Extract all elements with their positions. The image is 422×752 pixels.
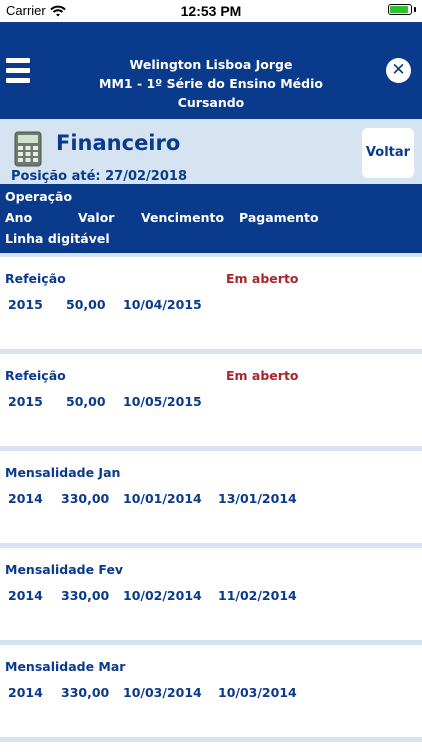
list-item[interactable]: Mensalidade Fev 2014 330,00 10/02/2014 1… xyxy=(0,548,422,640)
enrollment-status: Cursando xyxy=(177,95,245,110)
finance-bar: Financeiro Posição até: 27/02/2018 Volta… xyxy=(0,119,422,184)
class-info: MM1 - 1º Série do Ensino Médio xyxy=(99,76,323,91)
column-header: Operação Ano Valor Vencimento Pagamento … xyxy=(0,184,422,253)
entry-payment-date: 11/02/2014 xyxy=(218,588,297,603)
list-item[interactable]: Mensalidade Mar 2014 330,00 10/03/2014 1… xyxy=(0,645,422,737)
list-item[interactable] xyxy=(0,742,422,752)
entry-value: 330,00 xyxy=(61,588,110,603)
menu-button[interactable] xyxy=(6,58,30,84)
list-item[interactable]: Refeição Em aberto 2015 50,00 10/05/2015 xyxy=(0,354,422,446)
entry-due-date: 10/04/2015 xyxy=(123,297,202,312)
entry-due-date: 10/01/2014 xyxy=(123,491,202,506)
column-operation: Operação xyxy=(5,189,73,204)
entry-payment-date: 13/01/2014 xyxy=(218,491,297,506)
entry-description: Mensalidade Mar xyxy=(5,659,126,674)
status-right xyxy=(388,4,416,15)
entry-year: 2015 xyxy=(8,394,43,409)
entry-value: 330,00 xyxy=(61,491,110,506)
battery-icon xyxy=(388,4,412,15)
battery-level xyxy=(390,6,408,13)
student-name: Welington Lisboa Jorge xyxy=(129,57,293,72)
student-info: Welington Lisboa Jorge MM1 - 1º Série do… xyxy=(40,55,382,112)
entry-status: Em aberto xyxy=(226,368,299,383)
entry-year: 2014 xyxy=(8,491,43,506)
menu-bar-icon xyxy=(6,68,30,73)
entry-year: 2014 xyxy=(8,588,43,603)
app-header: Welington Lisboa Jorge MM1 - 1º Série do… xyxy=(0,22,422,119)
position-label: Posição até: xyxy=(11,169,101,184)
battery-cap xyxy=(414,7,416,12)
column-payment-date: Pagamento xyxy=(239,210,319,225)
entry-description: Refeição xyxy=(5,368,66,383)
position-date: 27/02/2018 xyxy=(105,169,187,184)
close-icon: ✕ xyxy=(391,60,406,80)
column-digital-line: Linha digitável xyxy=(5,231,110,246)
entry-status: Em aberto xyxy=(226,271,299,286)
entry-description: Refeição xyxy=(5,271,66,286)
list-item[interactable]: Refeição Em aberto 2015 50,00 10/04/2015 xyxy=(0,257,422,349)
status-time: 12:53 PM xyxy=(180,3,242,19)
entry-due-date: 10/03/2014 xyxy=(123,685,202,700)
menu-bar-icon xyxy=(6,58,30,63)
column-year: Ano xyxy=(5,210,33,225)
page-title: Financeiro xyxy=(56,131,181,155)
entry-value: 330,00 xyxy=(61,685,110,700)
entry-description: Mensalidade Jan xyxy=(5,465,121,480)
column-value: Valor xyxy=(78,210,115,225)
position-date-line: Posição até: 27/02/2018 xyxy=(11,169,187,184)
entry-year: 2015 xyxy=(8,297,43,312)
status-bar: Carrier 12:53 PM xyxy=(0,0,422,22)
menu-bar-icon xyxy=(6,78,30,83)
entry-value: 50,00 xyxy=(66,297,106,312)
entry-due-date: 10/02/2014 xyxy=(123,588,202,603)
close-button[interactable]: ✕ xyxy=(386,58,411,83)
entry-description: Mensalidade Fev xyxy=(5,562,124,577)
entry-value: 50,00 xyxy=(66,394,106,409)
entry-year: 2014 xyxy=(8,685,43,700)
list-item[interactable]: Mensalidade Jan 2014 330,00 10/01/2014 1… xyxy=(0,451,422,543)
back-button[interactable]: Voltar xyxy=(362,128,414,178)
entry-payment-date: 10/03/2014 xyxy=(218,685,297,700)
column-due-date: Vencimento xyxy=(141,210,225,225)
calculator-icon xyxy=(14,131,42,167)
entry-due-date: 10/05/2015 xyxy=(123,394,202,409)
